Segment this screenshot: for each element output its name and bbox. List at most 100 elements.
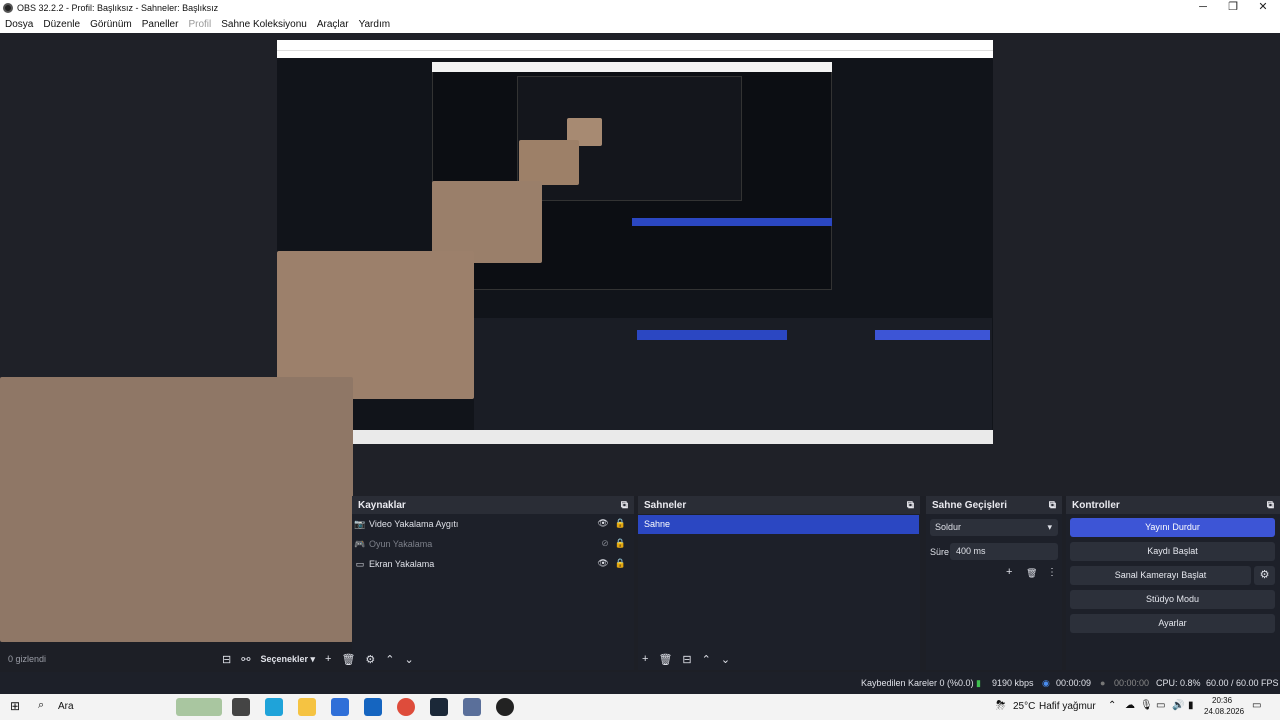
hidden-count: 0 gizlendi (8, 654, 47, 664)
weather-temp: 25°C (1013, 701, 1036, 712)
fps-counter: 60.00 / 60.00 FPS (1206, 678, 1279, 688)
obs-logo-icon (3, 3, 13, 13)
dock-float-icon[interactable]: ⧉ (621, 500, 628, 511)
sources-footer: 0 gizlendi (8, 648, 46, 670)
options-dropdown[interactable]: Seçenekler ▾ (260, 654, 315, 665)
trash-icon[interactable]: 🗑 (341, 653, 355, 666)
dock-float-icon[interactable]: ⧉ (907, 500, 914, 511)
volume-icon[interactable]: 🔊 (1172, 700, 1184, 711)
weather-icon: ⛈ (996, 698, 1006, 712)
camera-icon: 📷 (354, 518, 366, 529)
obs-taskbar-icon[interactable] (496, 698, 514, 716)
filter-icon[interactable]: ⊟ (222, 653, 231, 666)
lock-icon[interactable]: 🔒 (615, 538, 626, 549)
add-icon[interactable]: + (1006, 566, 1012, 578)
stream-time: 00:00:09 (1056, 678, 1092, 688)
signal-icon: ▮ (976, 678, 981, 688)
chrome-icon[interactable] (397, 698, 415, 716)
store-icon[interactable] (331, 698, 349, 716)
transitions-dock: Soldur ▾ Süre 400 ms + 🗑 ⋮ (926, 514, 1062, 670)
menu-help[interactable]: Yardım (354, 19, 396, 30)
sliders-icon[interactable]: ⚯ (241, 653, 250, 666)
arrow-up-icon[interactable]: ⌃ (702, 653, 711, 666)
chevron-down-icon: ▾ (1047, 522, 1052, 532)
notification-icon[interactable]: ▭ (1252, 700, 1261, 711)
controls-header: Kontroller ⧉ (1066, 496, 1280, 514)
settings-button[interactable]: Ayarlar (1070, 614, 1275, 633)
duration-input[interactable]: 400 ms (950, 543, 1058, 560)
window-title: OBS 32.2.2 - Profil: Başlıksız - Sahnele… (17, 3, 219, 13)
lock-icon[interactable]: 🔒 (615, 558, 626, 569)
gamepad-icon: 🎮 (354, 538, 366, 549)
clock-date[interactable]: 24.08.2026 (1204, 707, 1244, 716)
sources-dock: 📷 Video Yakalama Aygıtı 👁 🔒 🎮 Oyun Yakala… (352, 514, 634, 670)
dropped-frames: Kaybedilen Kareler 0 (%0.0) (861, 678, 974, 688)
sources-toolbar: ⊟ ⚯ Seçenekler ▾ + 🗑 ⚙ ⌃ ⌄ (222, 648, 414, 670)
sources-header: Kaynaklar ⧉ (352, 496, 634, 514)
scene-item-selected[interactable]: Sahne (638, 515, 919, 534)
transition-select[interactable]: Soldur ▾ (930, 519, 1058, 536)
arrow-down-icon[interactable]: ⌄ (405, 653, 414, 666)
menu-docks[interactable]: Paneller (137, 19, 184, 30)
dock-float-icon[interactable]: ⧉ (1049, 500, 1056, 511)
close-button[interactable]: ✕ (1248, 0, 1278, 16)
monitor-icon: ▭ (355, 558, 365, 569)
transitions-header: Sahne Geçişleri ⧉ (926, 496, 1062, 514)
start-virtual-camera-button[interactable]: Sanal Kamerayı Başlat (1070, 566, 1251, 585)
file-explorer-icon[interactable] (298, 698, 316, 716)
filter-icon[interactable]: ⊟ (682, 653, 691, 666)
gear-icon[interactable]: ⚙ (365, 653, 375, 666)
minimize-button[interactable]: ─ (1188, 0, 1218, 16)
eye-hidden-icon[interactable]: ⊘ (601, 538, 609, 549)
stop-stream-button[interactable]: Yayını Durdur (1070, 518, 1275, 537)
studio-mode-button[interactable]: Stüdyo Modu (1070, 590, 1275, 609)
lock-icon[interactable]: 🔒 (615, 518, 626, 529)
source-item[interactable]: 📷 Video Yakalama Aygıtı 👁 🔒 (352, 514, 634, 534)
eye-icon[interactable]: 👁 (597, 558, 608, 569)
app-icon[interactable] (463, 698, 481, 716)
dock-float-icon[interactable]: ⧉ (1267, 500, 1274, 511)
trash-icon[interactable]: 🗑 (1026, 568, 1037, 579)
maximize-button[interactable]: ❐ (1218, 0, 1248, 16)
scenes-header: Sahneler ⧉ (638, 496, 920, 514)
add-icon[interactable]: + (325, 653, 331, 665)
source-item[interactable]: ▭ Ekran Yakalama 👁 🔒 (352, 554, 634, 574)
search-highlight-icon (176, 698, 222, 716)
search-icon[interactable]: ⌕ (38, 699, 44, 712)
cpu-usage: CPU: 0.8% (1156, 678, 1201, 688)
start-icon[interactable]: ⊞ (10, 699, 20, 713)
weather-text: Hafif yağmur (1039, 701, 1096, 712)
menu-profile[interactable]: Profil (183, 19, 216, 30)
start-record-button[interactable]: Kaydı Başlat (1070, 542, 1275, 561)
mail-icon[interactable] (364, 698, 382, 716)
arrow-up-icon[interactable]: ⌃ (385, 653, 394, 666)
taskbar: ⊞ ⌕ Ara ⛈ 25°C Hafif yağmur ⌃ ☁ 🎙 ▭ 🔊 ▮ … (0, 694, 1280, 720)
menu-scene-collection[interactable]: Sahne Koleksiyonu (216, 19, 312, 30)
gear-icon[interactable]: ⚙ (1254, 566, 1275, 585)
source-item[interactable]: 🎮 Oyun Yakalama ⊘ 🔒 (352, 534, 634, 554)
record-time: 00:00:00 (1114, 678, 1150, 688)
more-icon[interactable]: ⋮ (1047, 567, 1057, 578)
clock-time[interactable]: 20:36 (1212, 696, 1232, 705)
trash-icon[interactable]: 🗑 (658, 653, 672, 666)
record-icon: ● (1100, 678, 1106, 688)
steam-icon[interactable] (430, 698, 448, 716)
eye-icon[interactable]: 👁 (597, 518, 608, 529)
taskbar-search[interactable]: Ara (58, 701, 74, 712)
battery-icon[interactable]: ▮ (1188, 700, 1194, 711)
mic-icon[interactable]: 🎙 (1140, 700, 1153, 711)
add-icon[interactable]: + (642, 653, 648, 665)
menu-view[interactable]: Görünüm (85, 19, 137, 30)
menu-tools[interactable]: Araçlar (312, 19, 354, 30)
duration-label: Süre (930, 547, 950, 557)
edge-icon[interactable] (265, 698, 283, 716)
scenes-toolbar: + 🗑 ⊟ ⌃ ⌄ (642, 648, 730, 670)
wifi-icon[interactable]: ▭ (1156, 700, 1165, 711)
menu-bar: Dosya Düzenle Görünüm Paneller Profil Sa… (0, 16, 1280, 33)
menu-edit[interactable]: Düzenle (38, 19, 85, 30)
task-view-icon[interactable] (232, 698, 250, 716)
menu-file[interactable]: Dosya (0, 19, 38, 30)
tray-chevron-icon[interactable]: ⌃ (1108, 700, 1116, 711)
arrow-down-icon[interactable]: ⌄ (721, 653, 730, 666)
network-icon[interactable]: ☁ (1125, 700, 1135, 711)
